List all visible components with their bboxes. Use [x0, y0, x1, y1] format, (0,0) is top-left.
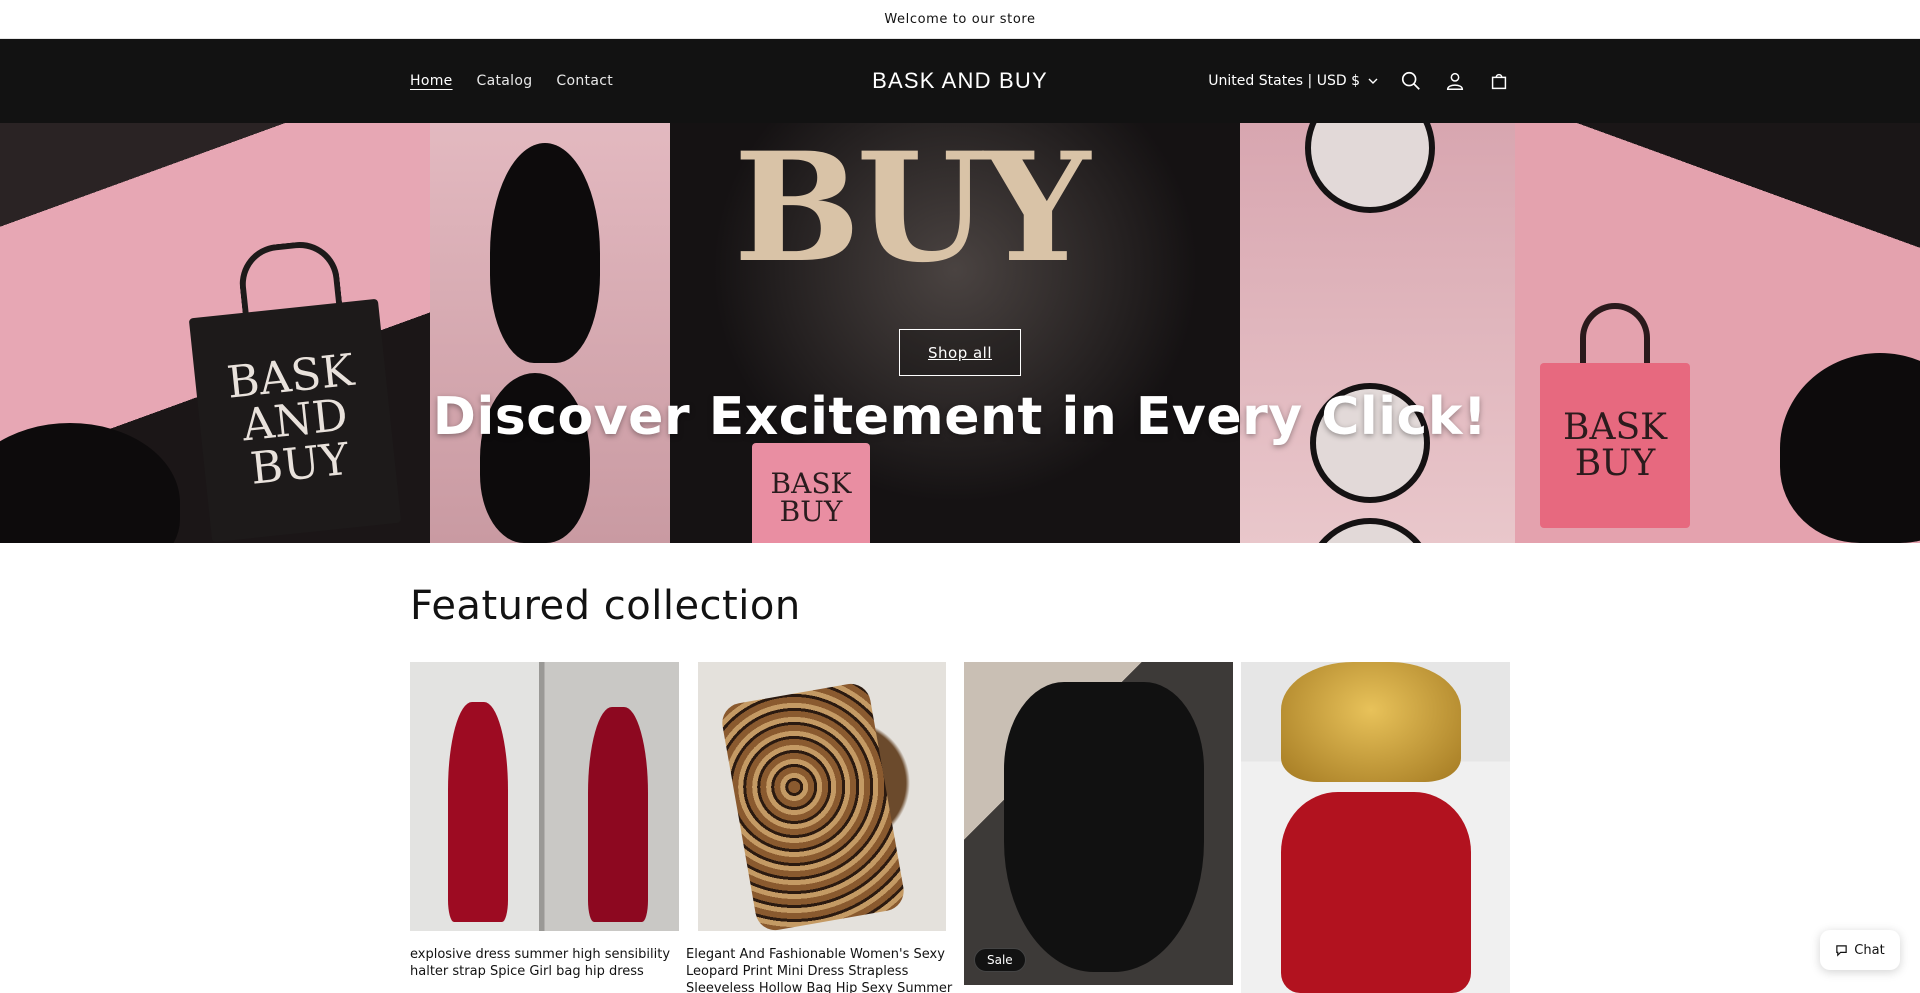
product-title[interactable]: explosive dress summer high sensibility … [410, 946, 680, 980]
site-header: Home Catalog Contact BASK AND BUY United… [0, 39, 1920, 123]
dress-graphic [448, 702, 508, 922]
product-image[interactable] [410, 662, 679, 931]
dress-graphic [1004, 682, 1204, 972]
product-grid: explosive dress summer high sensibility … [410, 662, 1510, 993]
featured-collection-title: Featured collection [410, 583, 801, 629]
header-actions: United States | USD $ [1208, 39, 1510, 123]
search-icon[interactable] [1400, 70, 1422, 92]
shopping-bag-graphic: BASK BUY [752, 443, 870, 543]
announcement-text: Welcome to our store [884, 11, 1036, 27]
hero-buy-lettering: BUY [733, 123, 1091, 296]
dress-graphic [719, 680, 907, 931]
currency-label: United States | USD $ [1208, 73, 1360, 89]
sale-badge: Sale [974, 948, 1026, 972]
chat-label: Chat [1854, 942, 1885, 958]
account-icon[interactable] [1444, 70, 1466, 92]
hero-heading: Discover Excitement in Every Click! [432, 387, 1488, 447]
product-image[interactable] [1241, 662, 1510, 993]
high-heel-graphic [490, 143, 600, 363]
dress-graphic [1281, 792, 1471, 993]
mannequin-graphic [1281, 662, 1461, 782]
cart-icon[interactable] [1488, 70, 1510, 92]
store-logo[interactable]: BASK AND BUY [0, 68, 1920, 94]
hero-banner: BUY BASK AND BUY BASK BUY BASK BUY Shop … [0, 123, 1920, 543]
currency-selector[interactable]: United States | USD $ [1208, 73, 1378, 89]
chat-icon [1836, 944, 1848, 957]
shop-all-button[interactable]: Shop all [899, 329, 1021, 376]
announcement-bar: Welcome to our store [0, 0, 1920, 39]
chat-button[interactable]: Chat [1820, 930, 1900, 970]
product-image[interactable]: Sale [964, 662, 1233, 985]
product-image[interactable] [698, 662, 946, 931]
dress-graphic [588, 707, 648, 922]
chevron-down-icon [1368, 78, 1378, 84]
product-title[interactable]: Elegant And Fashionable Women's Sexy Leo… [686, 946, 976, 993]
